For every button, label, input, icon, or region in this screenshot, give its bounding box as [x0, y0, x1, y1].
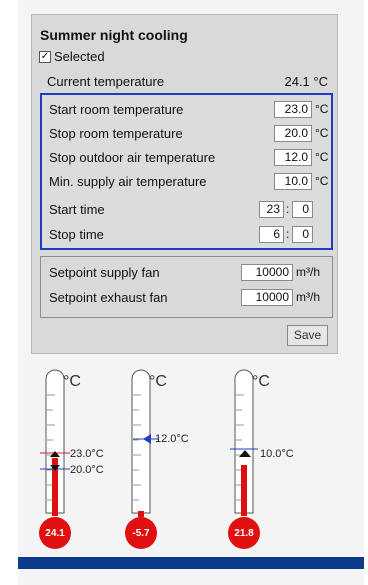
supply-air-thermometer: °C 10.0°C 21.8	[224, 365, 294, 555]
stop-outdoor-temp-unit: °C	[315, 150, 329, 164]
start-time-separator: :	[286, 202, 290, 216]
thermometer-3-markers	[230, 448, 258, 457]
thermometer-2-marker-label: 12.0°C	[155, 433, 189, 445]
bottom-bar	[18, 557, 364, 569]
thermometer-2-markers	[133, 434, 159, 444]
thermometer-2-unit: °C	[149, 373, 167, 390]
current-temperature-label: Current temperature	[47, 74, 165, 89]
stop-outdoor-temp-marker-icon	[143, 434, 151, 444]
stop-room-temp-label: Stop room temperature	[49, 126, 183, 141]
thermometer-2-bulb-value: -5.7	[132, 528, 150, 539]
stop-room-temp-marker-icon	[50, 465, 60, 471]
thermometer-1-bulb-value: 24.1	[45, 528, 65, 539]
min-supply-temp-label: Min. supply air temperature	[49, 174, 207, 189]
thermometer-3-bulb-value: 21.8	[234, 528, 254, 539]
stop-room-temp-unit: °C	[315, 126, 329, 140]
min-supply-temp-unit: °C	[315, 174, 329, 188]
thermometer-3-unit: °C	[252, 373, 270, 390]
thermometer-3-marker-label: 10.0°C	[260, 448, 294, 460]
stop-time-label: Stop time	[49, 227, 104, 242]
stop-room-temp-input[interactable]: 20.0	[274, 125, 312, 142]
start-room-temp-unit: °C	[315, 102, 329, 116]
current-temperature-value: 24.1 °C	[284, 74, 328, 89]
exhaust-fan-label: Setpoint exhaust fan	[49, 290, 168, 305]
thermometer-1-unit: °C	[63, 373, 81, 390]
stop-outdoor-temp-label: Stop outdoor air temperature	[49, 150, 216, 165]
thermometer-1-marker-1-label: 23.0°C	[70, 448, 104, 460]
supply-fan-unit: m³/h	[296, 265, 320, 279]
selected-checkbox-row[interactable]: ✓ Selected	[39, 49, 105, 64]
stop-time-minute-input[interactable]: 0	[292, 226, 313, 243]
stop-time-hour-input[interactable]: 6	[259, 226, 284, 243]
exhaust-fan-unit: m³/h	[296, 290, 320, 304]
exhaust-fan-input[interactable]: 10000	[241, 289, 293, 306]
supply-fan-label: Setpoint supply fan	[49, 265, 160, 280]
outdoor-temperature-thermometer: °C 12.0°C -5.7	[121, 365, 189, 555]
start-room-temp-marker-icon	[50, 451, 60, 457]
min-supply-temp-marker-icon	[239, 450, 251, 457]
start-room-temp-input[interactable]: 23.0	[274, 101, 312, 118]
thermometer-1-markers	[40, 451, 70, 471]
selected-label: Selected	[54, 49, 105, 64]
start-time-label: Start time	[49, 202, 105, 217]
start-time-minute-input[interactable]: 0	[292, 201, 313, 218]
start-room-temp-label: Start room temperature	[49, 102, 184, 117]
stop-time-separator: :	[286, 227, 290, 241]
selected-checkbox[interactable]: ✓	[39, 50, 51, 63]
thermometer-3-graphic	[228, 369, 260, 549]
supply-fan-input[interactable]: 10000	[241, 264, 293, 281]
min-supply-temp-input[interactable]: 10.0	[274, 173, 312, 190]
stop-outdoor-temp-input[interactable]: 12.0	[274, 149, 312, 166]
section-title: Summer night cooling	[40, 27, 188, 43]
thermometer-1-marker-2-label: 20.0°C	[70, 464, 104, 476]
start-time-hour-input[interactable]: 23	[259, 201, 284, 218]
thermometer-2-graphic	[125, 369, 157, 549]
room-temperature-thermometer: °C 23.0°C 20.0°C 24.1	[35, 365, 104, 555]
save-button[interactable]: Save	[287, 325, 328, 346]
